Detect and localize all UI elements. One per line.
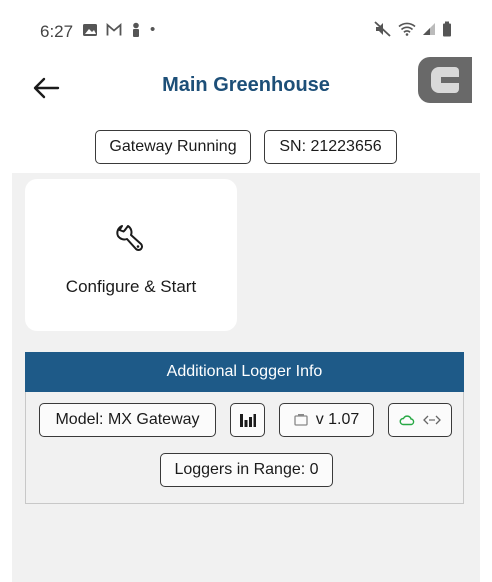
content-area: Configure & Start Additional Logger Info… [12, 173, 480, 582]
battery-icon [443, 21, 451, 37]
loggers-in-range-badge: Loggers in Range: 0 [160, 453, 333, 487]
signal-strength-badge [230, 403, 265, 437]
configure-start-button[interactable]: Configure & Start [25, 179, 237, 331]
status-right-icons [374, 21, 452, 37]
wrench-icon [116, 225, 144, 252]
link-arrows-icon [423, 415, 441, 425]
overlay-logo-icon [431, 67, 459, 93]
gmail-icon [106, 22, 122, 35]
logger-info-panel: Model: MX Gateway v 1.07 Loggers in Rang… [25, 392, 464, 504]
battery-outline-icon [294, 414, 308, 426]
gateway-status-badge: Gateway Running [95, 130, 251, 164]
image-icon [83, 23, 97, 36]
signal-icon [423, 23, 435, 35]
serial-number-badge: SN: 21223656 [264, 130, 397, 164]
firmware-badge: v 1.07 [279, 403, 374, 437]
cloud-connection-badge [388, 403, 452, 437]
logger-info-header: Additional Logger Info [25, 352, 464, 392]
model-badge: Model: MX Gateway [39, 403, 216, 437]
cloud-icon [399, 415, 415, 426]
floating-overlay-button[interactable] [418, 57, 472, 103]
status-dot: • [150, 21, 156, 38]
person-icon [133, 22, 139, 37]
notification-icons: • [82, 21, 155, 38]
signal-bars-icon [239, 414, 256, 427]
wifi-icon [398, 22, 416, 36]
mute-icon [374, 21, 391, 37]
status-time: 6:27 [40, 22, 74, 41]
status-bar: 6:27 • [0, 0, 492, 60]
firmware-version: v 1.07 [315, 411, 360, 428]
configure-start-label: Configure & Start [65, 277, 197, 296]
